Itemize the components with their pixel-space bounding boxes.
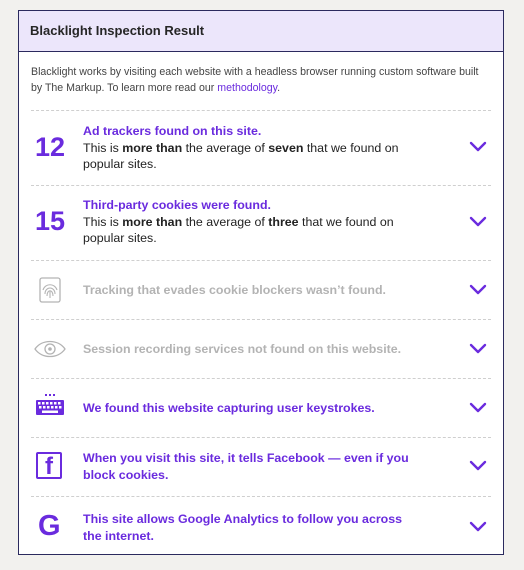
inspection-result-card: Blacklight Inspection Result Blacklight … xyxy=(18,10,504,555)
chevron-down-icon[interactable] xyxy=(469,460,487,472)
facebook-icon: f xyxy=(36,452,62,480)
intro-paragraph: Blacklight works by visiting each websit… xyxy=(19,52,503,110)
facebook-pixel-text: When you visit this site, it tells Faceb… xyxy=(83,451,409,482)
third-party-cookies-count: 15 xyxy=(35,206,66,236)
chevron-down-icon[interactable] xyxy=(469,284,487,296)
detail-text: the average of xyxy=(182,140,269,155)
chevron-down-icon[interactable] xyxy=(469,521,487,533)
third-party-cookies-headline: Third-party cookies were found. xyxy=(83,198,271,212)
intro-suffix: . xyxy=(277,81,281,94)
ad-trackers-row[interactable]: 12 Ad trackers found on this site. This … xyxy=(31,110,491,185)
keyboard-icon xyxy=(36,394,64,415)
third-party-cookies-row[interactable]: 15 Third-party cookies were found. This … xyxy=(31,185,491,260)
google-analytics-row[interactable]: G This site allows Google Analytics to f… xyxy=(31,496,491,556)
detail-emphasis: more than xyxy=(122,214,183,229)
detail-text: This is xyxy=(83,140,123,155)
session-recording-row[interactable]: Session recording services not found on … xyxy=(31,319,491,378)
keystroke-capture-text: We found this website capturing user key… xyxy=(83,401,375,415)
detail-emphasis: seven xyxy=(268,140,304,155)
third-party-cookies-text: Third-party cookies were found. This is … xyxy=(83,197,423,247)
facebook-glyph: f xyxy=(45,453,53,480)
detail-text: the average of xyxy=(182,214,269,229)
methodology-link[interactable]: methodology xyxy=(217,82,277,94)
cookie-blocker-evasion-row[interactable]: Tracking that evades cookie blockers was… xyxy=(31,260,491,319)
ad-trackers-count: 12 xyxy=(35,132,66,162)
cookie-blocker-evasion-text: Tracking that evades cookie blockers was… xyxy=(83,283,386,297)
third-party-cookies-detail: This is more than the average of three t… xyxy=(83,214,423,247)
detail-emphasis: three xyxy=(268,214,299,229)
google-glyph: G xyxy=(38,510,61,542)
ad-trackers-detail: This is more than the average of seven t… xyxy=(83,140,423,173)
detail-text: This is xyxy=(83,214,123,229)
facebook-pixel-row[interactable]: f When you visit this site, it tells Fac… xyxy=(31,437,491,496)
ad-trackers-text: Ad trackers found on this site. This is … xyxy=(83,123,423,173)
detail-emphasis: more than xyxy=(122,140,183,155)
chevron-down-icon[interactable] xyxy=(469,141,487,153)
session-recording-text: Session recording services not found on … xyxy=(83,342,402,356)
google-analytics-text: This site allows Google Analytics to fol… xyxy=(83,512,403,543)
google-icon: G xyxy=(38,510,61,543)
keystroke-capture-row[interactable]: We found this website capturing user key… xyxy=(31,378,491,437)
ad-trackers-headline: Ad trackers found on this site. xyxy=(83,124,262,138)
chevron-down-icon[interactable] xyxy=(469,216,487,228)
chevron-down-icon[interactable] xyxy=(469,402,487,414)
fingerprint-icon xyxy=(39,277,61,303)
chevron-down-icon[interactable] xyxy=(469,343,487,355)
card-title: Blacklight Inspection Result xyxy=(19,11,503,52)
eye-icon xyxy=(34,340,66,358)
